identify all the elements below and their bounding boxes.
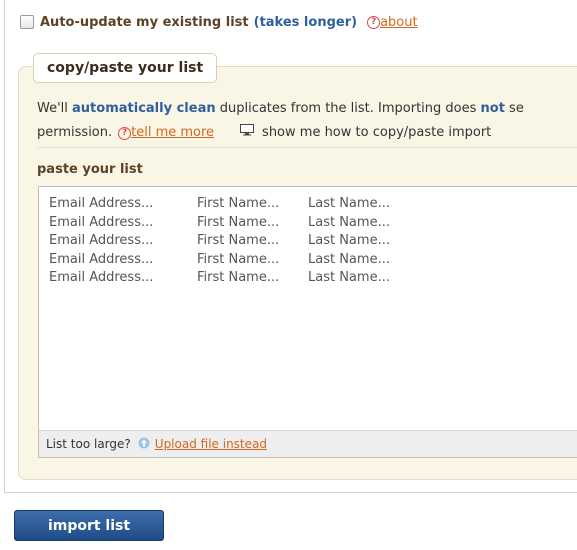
desc-text-1: We'll (37, 101, 73, 116)
email-placeholder: Email Address... (49, 251, 154, 267)
textarea-row: Email Address... First Name... Last Name… (49, 214, 390, 233)
email-placeholder: Email Address... (49, 214, 154, 230)
textarea-row: Email Address... First Name... Last Name… (49, 269, 390, 288)
auto-update-label: Auto-update my existing list (40, 14, 249, 30)
help-icon: ? (118, 126, 132, 140)
upload-file-link[interactable]: Upload file instead (155, 437, 267, 451)
textarea-footer: List too large? Upload file instead (39, 430, 577, 457)
last-name-placeholder: Last Name... (308, 233, 390, 248)
last-name-placeholder: Last Name... (308, 270, 390, 285)
first-name-placeholder: First Name... (197, 196, 280, 211)
first-name-placeholder: First Name... (197, 251, 280, 267)
textarea-row: Email Address... First Name... Last Name… (49, 195, 390, 214)
email-placeholder: Email Address... (49, 233, 154, 248)
last-name-placeholder: Last Name... (308, 196, 390, 211)
desc-text-3: se (504, 101, 524, 116)
first-name-placeholder: First Name... (197, 214, 280, 230)
paste-list-textarea[interactable]: Email Address... First Name... Last Name… (38, 186, 577, 458)
import-list-button[interactable]: import list (14, 510, 164, 541)
email-placeholder: Email Address... (49, 196, 154, 211)
about-link[interactable]: about (380, 15, 418, 30)
tell-me-more-link[interactable]: tell me more (131, 121, 214, 145)
panel-divider (37, 147, 577, 148)
textarea-placeholder: Email Address... First Name... Last Name… (49, 195, 390, 288)
copy-paste-panel: copy/paste your list We'll automatically… (18, 53, 577, 480)
show-me-how-link[interactable]: show me how to copy/paste import (262, 121, 491, 145)
desc-line2-text: permission. (37, 125, 113, 140)
textarea-row: Email Address... First Name... Last Name… (49, 251, 390, 270)
first-name-placeholder: First Name... (197, 233, 280, 248)
last-name-placeholder: Last Name... (308, 251, 390, 267)
desc-strong-2: not (480, 101, 505, 116)
auto-update-note: (takes longer) (253, 14, 358, 30)
upload-arrow-icon (138, 437, 150, 452)
email-placeholder: Email Address... (49, 270, 154, 285)
panel-title: copy/paste your list (33, 53, 218, 83)
first-name-placeholder: First Name... (197, 270, 280, 285)
auto-update-checkbox[interactable] (20, 15, 34, 29)
desc-strong-1: automatically clean (72, 101, 216, 116)
auto-update-row: Auto-update my existing list (takes long… (20, 12, 418, 32)
list-too-large-text: List too large? (46, 437, 131, 451)
desc-text-2: duplicates from the list. Importing does (215, 101, 481, 116)
paste-list-label: paste your list (37, 162, 143, 177)
last-name-placeholder: Last Name... (308, 214, 390, 230)
textarea-row: Email Address... First Name... Last Name… (49, 232, 390, 251)
panel-description: We'll automatically clean duplicates fro… (37, 97, 577, 145)
monitor-icon (240, 121, 255, 145)
help-icon: ? (367, 15, 381, 29)
